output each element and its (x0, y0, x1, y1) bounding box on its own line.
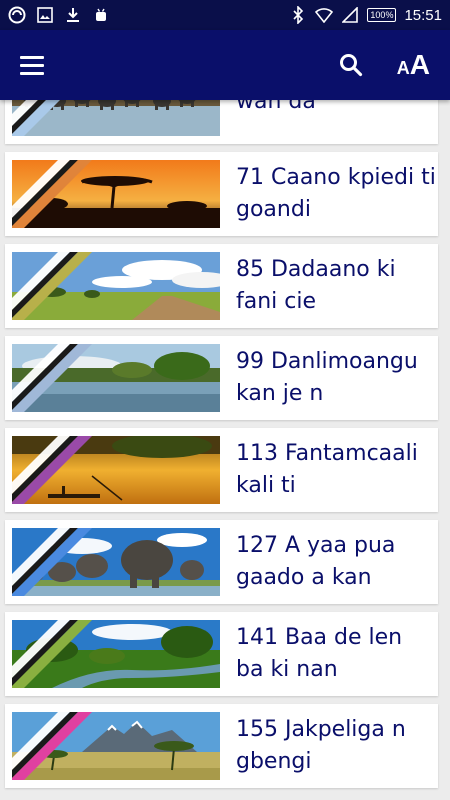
status-bar: 100% 15:51 (0, 0, 450, 30)
signal-icon (341, 6, 359, 24)
list-item-thumbnail (12, 528, 220, 596)
thumbnail-image (12, 620, 220, 688)
list-item-title: 99 Danlimoangu kan je n (236, 349, 418, 406)
list-item[interactable]: 113 Fantamcaali kali ti (5, 428, 438, 512)
list-item-title: 85 Dadaano ki fani cie (236, 257, 396, 314)
hamburger-menu-icon[interactable] (20, 49, 52, 81)
song-list-items: wan da 71 Caano kpiedi ti goandi 85 Dada… (0, 100, 450, 796)
search-icon[interactable] (335, 49, 367, 81)
thumbnail-image (12, 436, 220, 504)
thumbnail-image (12, 712, 220, 780)
list-item[interactable]: 71 Caano kpiedi ti goandi (5, 152, 438, 236)
list-item-title: 113 Fantamcaali kali ti (236, 441, 418, 498)
list-item-title: 155 Jakpeliga n gbengi (236, 717, 406, 774)
list-item-thumbnail (12, 436, 220, 504)
app-notification-icon (8, 6, 26, 24)
bluetooth-icon (289, 6, 307, 24)
wifi-icon (315, 6, 334, 24)
download-icon (64, 6, 82, 24)
list-item[interactable]: 155 Jakpeliga n gbengi (5, 704, 438, 788)
list-item-title: 141 Baa de len ba ki nan (236, 625, 403, 682)
list-item-thumbnail (12, 100, 220, 136)
battery-icon: 100% (367, 8, 397, 22)
list-item-title: 71 Caano kpiedi ti goandi (236, 165, 436, 222)
status-left-icons (8, 6, 110, 24)
android-icon (92, 6, 110, 24)
list-item-title: 127 A yaa pua gaado a kan (236, 533, 396, 590)
app-bar: AA (0, 30, 450, 100)
thumbnail-image (12, 528, 220, 596)
list-item[interactable]: 141 Baa de len ba ki nan (5, 612, 438, 696)
list-item-title: wan da (236, 100, 316, 114)
list-item[interactable]: 85 Dadaano ki fani cie (5, 244, 438, 328)
status-right-icons: 100% 15:51 (289, 6, 442, 24)
list-item[interactable]: 127 A yaa pua gaado a kan (5, 520, 438, 604)
list-item[interactable]: 99 Danlimoangu kan je n (5, 336, 438, 420)
list-item-thumbnail (12, 344, 220, 412)
list-item-thumbnail (12, 252, 220, 320)
clock: 15:51 (404, 6, 442, 24)
image-icon (36, 6, 54, 24)
list-item[interactable]: wan da (5, 100, 438, 144)
thumbnail-image (12, 160, 220, 228)
song-list[interactable]: wan da 71 Caano kpiedi ti goandi 85 Dada… (0, 100, 450, 800)
list-item-thumbnail (12, 620, 220, 688)
list-item-thumbnail (12, 160, 220, 228)
font-size-button[interactable]: AA (397, 49, 430, 81)
thumbnail-image (12, 252, 220, 320)
list-item-thumbnail (12, 712, 220, 780)
app-bar-actions: AA (335, 49, 430, 81)
thumbnail-image (12, 100, 220, 136)
thumbnail-image (12, 344, 220, 412)
